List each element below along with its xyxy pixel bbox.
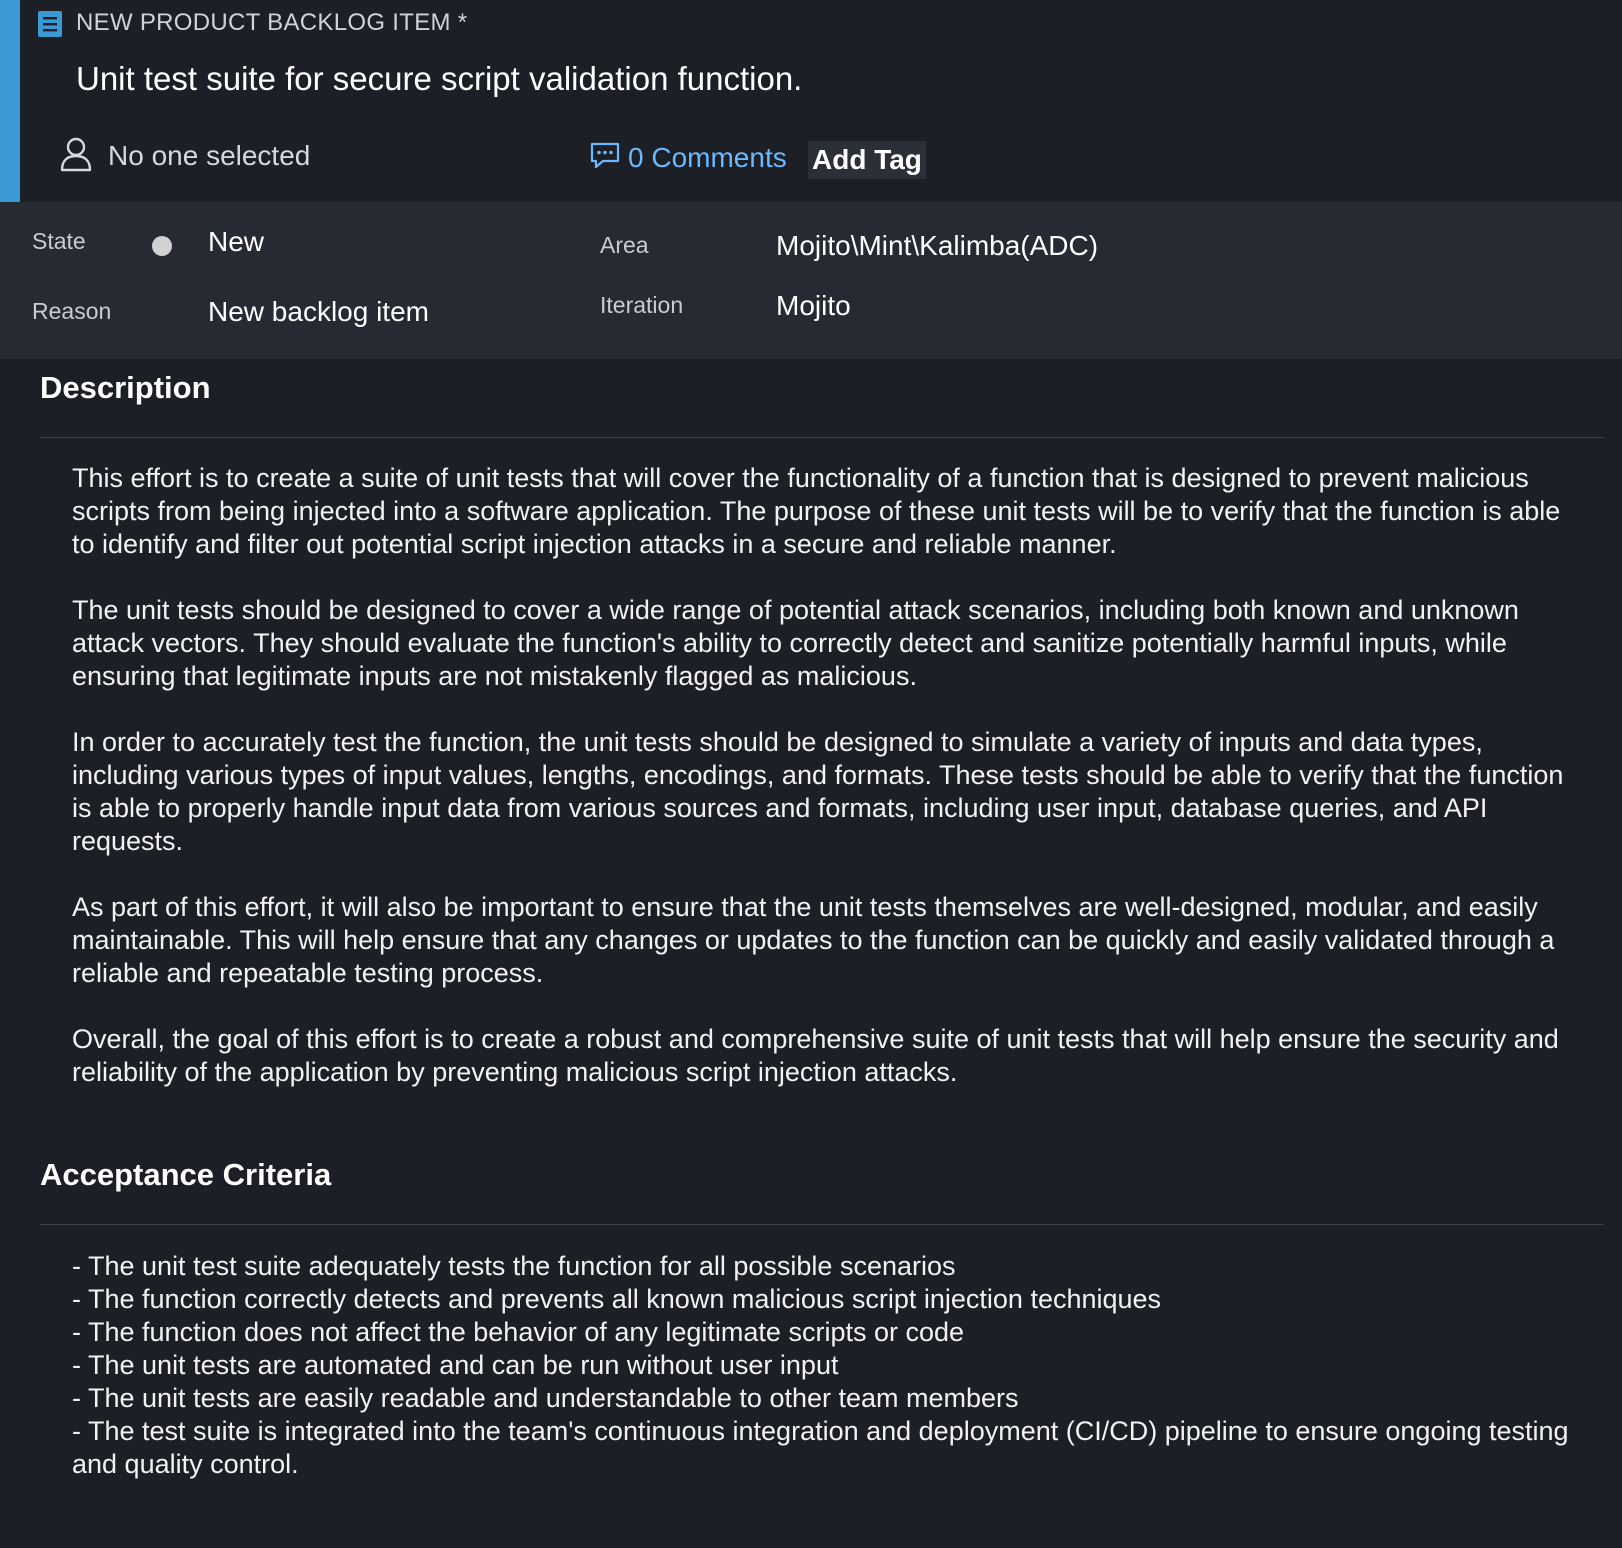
acceptance-criteria-item: - The function does not affect the behav… [72, 1317, 965, 1347]
comment-icon [590, 142, 620, 175]
comments-link[interactable]: 0 Comments [590, 138, 787, 178]
work-item-header: NEW PRODUCT BACKLOG ITEM * Unit test sui… [0, 0, 1622, 202]
work-item-type-accent-bar [0, 0, 20, 202]
area-label: Area [600, 232, 649, 258]
description-paragraph: In order to accurately test the function… [72, 727, 1564, 856]
description-paragraph: This effort is to create a suite of unit… [72, 463, 1561, 559]
description-heading: Description [40, 370, 211, 405]
acceptance-criteria-divider [40, 1224, 1604, 1225]
work-item-fields: State New Reason New backlog item Area M… [0, 202, 1622, 359]
person-icon [60, 136, 92, 177]
description-paragraph: As part of this effort, it will also be … [72, 892, 1555, 988]
add-tag-button[interactable]: Add Tag [808, 141, 926, 179]
acceptance-criteria-item: - The test suite is integrated into the … [72, 1416, 1569, 1479]
state-value[interactable]: New [208, 226, 264, 258]
state-label: State [32, 228, 86, 254]
acceptance-criteria-item: - The unit test suite adequately tests t… [72, 1251, 956, 1281]
comments-count: 0 Comments [628, 142, 787, 173]
reason-label: Reason [32, 298, 112, 324]
acceptance-criteria-heading: Acceptance Criteria [40, 1157, 332, 1192]
description-paragraph: The unit tests should be designed to cov… [72, 595, 1519, 691]
backlog-item-icon [38, 11, 62, 37]
assignee-picker[interactable]: No one selected [60, 136, 310, 176]
assignee-name: No one selected [108, 140, 311, 171]
acceptance-criteria-item: - The unit tests are automated and can b… [72, 1350, 839, 1380]
acceptance-criteria-body[interactable]: - The unit test suite adequately tests t… [72, 1250, 1582, 1481]
state-indicator [152, 236, 172, 256]
reason-value[interactable]: New backlog item [208, 296, 429, 328]
area-value[interactable]: Mojito\Mint\Kalimba(ADC) [776, 230, 1098, 262]
description-divider [40, 437, 1604, 438]
work-item-title[interactable]: Unit test suite for secure script valida… [76, 60, 802, 98]
acceptance-criteria-item: - The unit tests are easily readable and… [72, 1383, 1019, 1413]
iteration-label: Iteration [600, 292, 684, 318]
description-paragraph: Overall, the goal of this effort is to c… [72, 1024, 1559, 1087]
description-body[interactable]: This effort is to create a suite of unit… [72, 462, 1582, 1122]
acceptance-criteria-item: - The function correctly detects and pre… [72, 1284, 1162, 1314]
iteration-value[interactable]: Mojito [776, 290, 851, 322]
work-item-type-label: NEW PRODUCT BACKLOG ITEM * [76, 9, 468, 36]
